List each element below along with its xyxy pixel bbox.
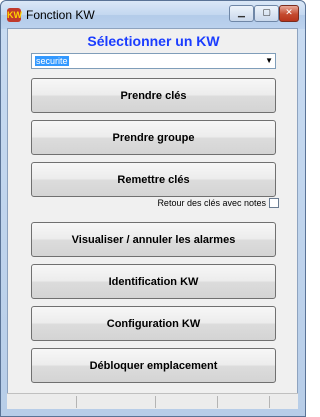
maximize-button[interactable]: ▢ bbox=[254, 5, 279, 22]
minimize-button[interactable]: ▁ bbox=[229, 5, 254, 22]
app-icon: KW bbox=[7, 8, 22, 22]
prendre-groupe-button[interactable]: Prendre groupe bbox=[31, 120, 276, 155]
kw-select[interactable]: securite ▼ bbox=[31, 53, 276, 69]
notes-checkbox-label: Retour des clés avec notes bbox=[157, 198, 266, 208]
status-bar bbox=[7, 393, 298, 409]
status-segment bbox=[77, 396, 156, 408]
notes-checkbox[interactable] bbox=[269, 198, 279, 208]
kw-select-value: securite bbox=[35, 56, 69, 66]
configuration-button[interactable]: Configuration KW bbox=[31, 306, 276, 341]
identification-button[interactable]: Identification KW bbox=[31, 264, 276, 299]
main-panel: Sélectionner un KW securite ▼ Prendre cl… bbox=[7, 28, 298, 409]
status-segment bbox=[218, 396, 270, 408]
status-segment bbox=[156, 396, 218, 408]
title-bar[interactable]: KW Fonction KW ▁ ▢ ✕ bbox=[1, 1, 305, 29]
prendre-cles-button[interactable]: Prendre clés bbox=[31, 78, 276, 113]
remettre-cles-button[interactable]: Remettre clés bbox=[31, 162, 276, 197]
debloquer-button[interactable]: Débloquer emplacement bbox=[31, 348, 276, 383]
status-segment bbox=[7, 396, 77, 408]
window-title: Fonction KW bbox=[26, 8, 95, 22]
close-button[interactable]: ✕ bbox=[279, 5, 299, 22]
visualiser-alarmes-button[interactable]: Visualiser / annuler les alarmes bbox=[31, 222, 276, 257]
page-title: Sélectionner un KW bbox=[87, 33, 220, 49]
chevron-down-icon[interactable]: ▼ bbox=[265, 54, 273, 68]
